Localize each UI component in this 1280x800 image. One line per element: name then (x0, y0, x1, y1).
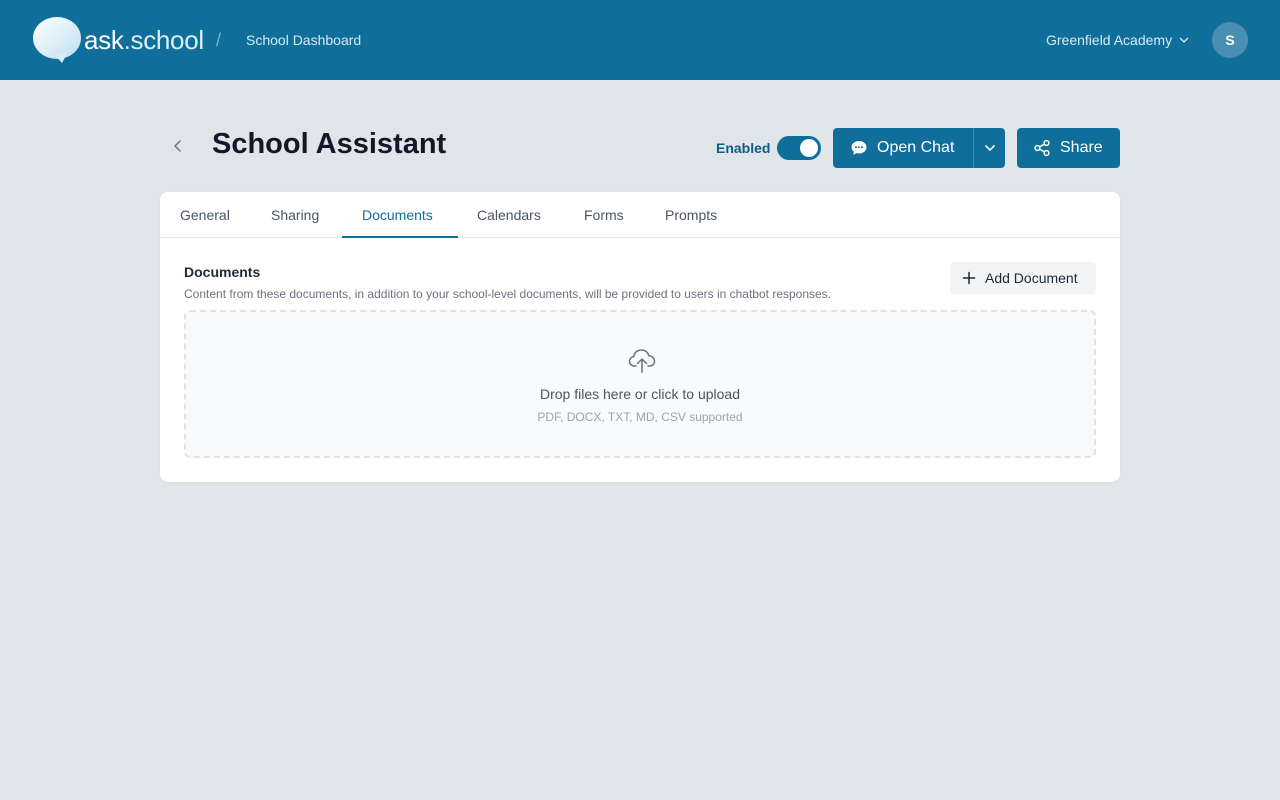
organization-name: Greenfield Academy (1046, 32, 1173, 48)
tab-forms[interactable]: Forms (584, 207, 624, 223)
share-icon (1034, 139, 1050, 157)
open-chat-button[interactable]: Open Chat (833, 128, 973, 168)
tab-bar: General Sharing Documents Calendars Form… (160, 192, 1120, 238)
tab-documents[interactable]: Documents (362, 207, 433, 223)
enabled-label: Enabled (716, 140, 771, 156)
file-upload-dropzone[interactable]: Drop files here or click to upload PDF, … (184, 310, 1096, 458)
open-chat-label: Open Chat (877, 139, 955, 156)
chevron-left-icon (174, 140, 181, 152)
breadcrumb-separator: / (216, 30, 222, 50)
chat-bubble-logo-icon (33, 17, 81, 63)
share-button[interactable]: Share (1017, 128, 1120, 168)
active-tab-indicator (342, 236, 458, 238)
tab-prompts[interactable]: Prompts (665, 207, 717, 223)
brand-prefix: ask (84, 25, 124, 55)
breadcrumb-school-dashboard[interactable]: School Dashboard (246, 32, 361, 48)
enabled-toggle[interactable] (777, 136, 821, 160)
toggle-knob (800, 139, 818, 157)
tab-general[interactable]: General (180, 207, 230, 223)
open-chat-options-button[interactable] (973, 128, 1005, 168)
chat-icon (851, 141, 867, 155)
dropzone-instruction: Drop files here or click to upload (540, 386, 740, 402)
plus-icon (962, 271, 976, 285)
tab-sharing[interactable]: Sharing (271, 207, 319, 223)
back-button[interactable] (164, 132, 192, 160)
add-document-button[interactable]: Add Document (950, 262, 1096, 294)
chevron-down-icon (984, 145, 995, 151)
top-navigation-bar: ask.school / School Dashboard Greenfield… (0, 0, 1280, 80)
brand-name: ask.school (84, 25, 204, 56)
page-title: School Assistant (212, 128, 447, 160)
documents-section-title: Documents (184, 264, 261, 280)
brand-dot: . (123, 25, 131, 55)
brand-suffix: school (130, 25, 205, 55)
share-label: Share (1060, 139, 1103, 156)
settings-card: General Sharing Documents Calendars Form… (160, 192, 1120, 482)
user-avatar[interactable]: S (1212, 22, 1248, 58)
add-document-label: Add Document (985, 270, 1078, 286)
documents-description: Content from these documents, in additio… (184, 287, 832, 301)
ask-school-logo[interactable]: ask.school (32, 16, 204, 64)
chevron-down-icon (1179, 37, 1189, 43)
cloud-upload-icon (628, 349, 656, 373)
tab-calendars[interactable]: Calendars (477, 207, 541, 223)
organization-selector[interactable]: Greenfield Academy (1046, 32, 1190, 48)
dropzone-supported-formats: PDF, DOCX, TXT, MD, CSV supported (537, 410, 743, 424)
